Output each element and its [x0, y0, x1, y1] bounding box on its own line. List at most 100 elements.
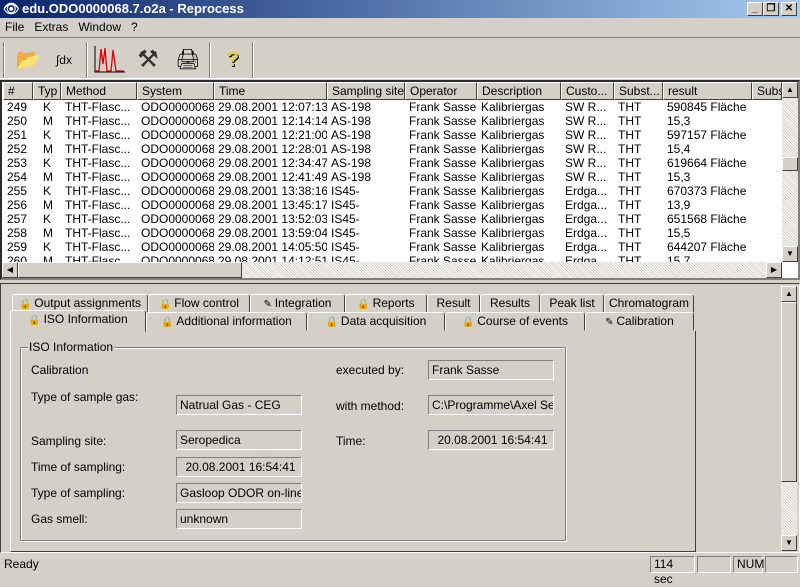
table-cell[interactable]: THT: [618, 142, 663, 156]
tab-data-acquisition[interactable]: 🔒 Data acquisition: [307, 312, 445, 331]
table-cell[interactable]: ODO0000068: [141, 100, 214, 114]
close-button[interactable]: ✕: [781, 2, 797, 16]
table-cell[interactable]: THT: [618, 114, 663, 128]
column-header[interactable]: Typ: [33, 82, 61, 100]
table-cell[interactable]: Frank Sasse: [409, 226, 477, 240]
table-cell[interactable]: IS45-: [331, 184, 405, 198]
detail-vertical-scrollbar[interactable]: ▲ ▼: [781, 286, 797, 551]
table-cell[interactable]: 29.08.2001 13:38:16: [218, 184, 327, 198]
table-cell[interactable]: THT-Flasc...: [65, 100, 137, 114]
time-field[interactable]: 20.08.2001 16:54:41: [428, 430, 554, 450]
table-cell[interactable]: 29.08.2001 12:41:49: [218, 170, 327, 184]
table-cell[interactable]: THT-Flasc...: [65, 212, 137, 226]
table-cell[interactable]: M: [43, 198, 67, 212]
table-cell[interactable]: Frank Sasse: [409, 184, 477, 198]
table-cell[interactable]: THT-Flasc...: [65, 114, 137, 128]
table-cell[interactable]: 29.08.2001 14:05:50: [218, 240, 327, 254]
sample-gas-field[interactable]: Natrual Gas - CEG: [176, 395, 302, 415]
column-header[interactable]: Time: [214, 82, 327, 100]
table-cell[interactable]: K: [43, 212, 67, 226]
table-cell[interactable]: Erdga...: [565, 226, 614, 240]
tab-chromatogram[interactable]: Chromatogram: [604, 294, 694, 313]
menu-window[interactable]: Window: [73, 20, 126, 34]
table-cell[interactable]: ODO0000068: [141, 240, 214, 254]
table-cell[interactable]: Kalibriergas: [481, 198, 561, 212]
tab-course-of-events[interactable]: 🔒 Course of events: [445, 312, 585, 331]
table-cell[interactable]: K: [43, 100, 67, 114]
vertical-scroll-thumb[interactable]: [782, 157, 798, 171]
tab-iso-information[interactable]: 🔒 ISO Information: [10, 310, 146, 332]
gas-smell-field[interactable]: unknown: [176, 509, 302, 529]
table-cell[interactable]: THT-Flasc...: [65, 198, 137, 212]
table-cell[interactable]: Frank Sasse: [409, 114, 477, 128]
table-cell[interactable]: 29.08.2001 12:34:47: [218, 156, 327, 170]
table-cell[interactable]: 590845 Fläche: [667, 100, 752, 114]
table-cell[interactable]: 651568 Fläche: [667, 212, 752, 226]
help-icon[interactable]: ?: [215, 44, 251, 76]
table-cell[interactable]: Kalibriergas: [481, 100, 561, 114]
table-cell[interactable]: THT: [618, 156, 663, 170]
table-cell[interactable]: Frank Sasse: [409, 198, 477, 212]
table-cell[interactable]: IS45-: [331, 240, 405, 254]
table-cell[interactable]: SW R...: [565, 114, 614, 128]
maximize-button[interactable]: ❐: [763, 2, 779, 16]
table-cell[interactable]: Frank Sasse: [409, 142, 477, 156]
table-cell[interactable]: Frank Sasse: [409, 240, 477, 254]
table-cell[interactable]: THT: [618, 100, 663, 114]
vertical-scrollbar[interactable]: ▲ ▼: [782, 82, 798, 262]
table-cell[interactable]: THT-Flasc...: [65, 142, 137, 156]
detail-scroll-down-button[interactable]: ▼: [781, 535, 797, 551]
table-cell[interactable]: ODO0000068: [141, 114, 214, 128]
column-header[interactable]: System: [137, 82, 214, 100]
table-cell[interactable]: 15,4: [667, 142, 752, 156]
table-cell[interactable]: IS45-: [331, 198, 405, 212]
table-cell[interactable]: Erdga...: [565, 212, 614, 226]
table-cell[interactable]: AS-198: [331, 170, 405, 184]
column-header[interactable]: #: [3, 82, 33, 100]
table-cell[interactable]: Erdga...: [565, 184, 614, 198]
tab-result[interactable]: Result: [427, 294, 480, 313]
table-row[interactable]: 249: [7, 100, 33, 114]
table-row[interactable]: 258: [7, 226, 33, 240]
table-cell[interactable]: 29.08.2001 13:52:03: [218, 212, 327, 226]
table-row[interactable]: 253: [7, 156, 33, 170]
column-header[interactable]: Custo...: [561, 82, 614, 100]
table-cell[interactable]: M: [43, 226, 67, 240]
table-cell[interactable]: THT: [618, 198, 663, 212]
tab-peak-list[interactable]: Peak list: [540, 294, 604, 313]
table-cell[interactable]: Kalibriergas: [481, 240, 561, 254]
table-cell[interactable]: 15,3: [667, 170, 752, 184]
table-cell[interactable]: 29.08.2001 12:14:14: [218, 114, 327, 128]
table-cell[interactable]: AS-198: [331, 142, 405, 156]
table-cell[interactable]: SW R...: [565, 156, 614, 170]
table-cell[interactable]: K: [43, 184, 67, 198]
table-cell[interactable]: 13,9: [667, 198, 752, 212]
table-cell[interactable]: SW R...: [565, 142, 614, 156]
table-cell[interactable]: Kalibriergas: [481, 226, 561, 240]
table-cell[interactable]: M: [43, 142, 67, 156]
scroll-right-button[interactable]: ▶: [766, 262, 782, 278]
tools-icon[interactable]: ⚒: [130, 44, 166, 76]
scroll-left-button[interactable]: ◀: [2, 262, 18, 278]
table-cell[interactable]: THT-Flasc...: [65, 170, 137, 184]
tab-flow-control[interactable]: 🔒 Flow control: [148, 294, 250, 313]
column-header[interactable]: Subst...: [614, 82, 663, 100]
table-row[interactable]: 251: [7, 128, 33, 142]
tab-reports[interactable]: 🔒 Reports: [345, 294, 427, 313]
tab-integration[interactable]: ✎ Integration: [250, 294, 345, 313]
table-cell[interactable]: K: [43, 156, 67, 170]
table-cell[interactable]: 670373 Fläche: [667, 184, 752, 198]
table-cell[interactable]: Frank Sasse: [409, 128, 477, 142]
table-cell[interactable]: 29.08.2001 13:59:04: [218, 226, 327, 240]
tab-additional-information[interactable]: 🔒 Additional information: [146, 312, 307, 331]
table-cell[interactable]: Kalibriergas: [481, 142, 561, 156]
menu-file[interactable]: File: [0, 20, 29, 34]
table-cell[interactable]: Kalibriergas: [481, 212, 561, 226]
tab-results[interactable]: Results: [480, 294, 540, 313]
table-cell[interactable]: Frank Sasse: [409, 212, 477, 226]
table-cell[interactable]: IS45-: [331, 226, 405, 240]
tab-calibration[interactable]: ✎ Calibration: [585, 312, 694, 331]
column-header[interactable]: Operator: [405, 82, 477, 100]
horizontal-scroll-thumb[interactable]: [18, 262, 242, 278]
table-cell[interactable]: Erdga...: [565, 240, 614, 254]
